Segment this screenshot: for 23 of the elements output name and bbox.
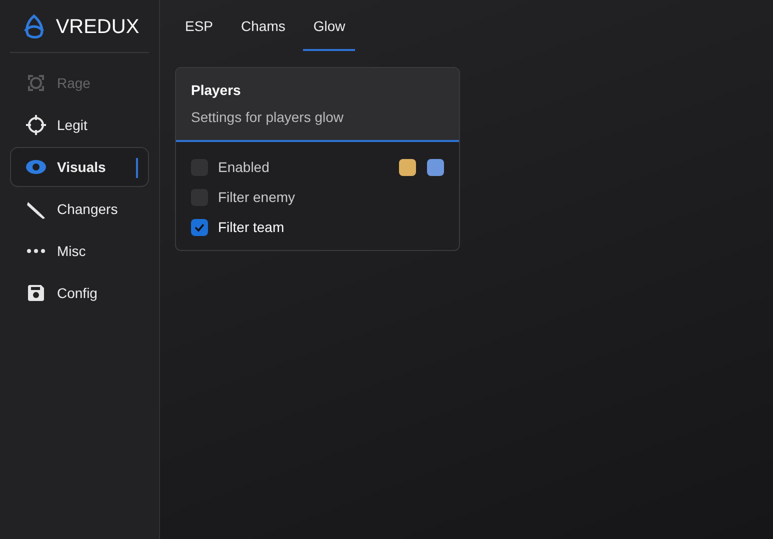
target-icon <box>25 114 47 136</box>
option-label: Filter team <box>218 218 284 236</box>
sidebar-item[interactable]: Misc <box>10 231 149 271</box>
panel-subtitle: Settings for players glow <box>191 108 345 127</box>
save-icon <box>25 282 47 304</box>
logo-text: VREDUX <box>56 15 140 40</box>
crosshair-icon <box>25 72 47 94</box>
option-label: Enabled <box>218 158 270 176</box>
sidebar-item[interactable]: Legit <box>10 105 149 145</box>
option-label: Filter enemy <box>218 188 296 207</box>
selection-indicator <box>136 158 138 178</box>
tab[interactable]: Glow <box>303 6 356 51</box>
dots-icon <box>26 248 46 254</box>
color-swatch[interactable] <box>427 158 444 176</box>
tab[interactable]: ESP <box>175 6 224 51</box>
sidebar-item[interactable]: Config <box>10 273 149 313</box>
color-swatch[interactable] <box>399 158 416 176</box>
checkbox[interactable] <box>191 218 208 236</box>
tab[interactable]: Chams <box>231 6 296 51</box>
check-icon <box>194 222 205 232</box>
panel-title: Players <box>191 81 242 100</box>
sidebar-item[interactable]: Changers <box>10 189 149 229</box>
sidebar-item[interactable]: Visuals <box>10 147 149 187</box>
